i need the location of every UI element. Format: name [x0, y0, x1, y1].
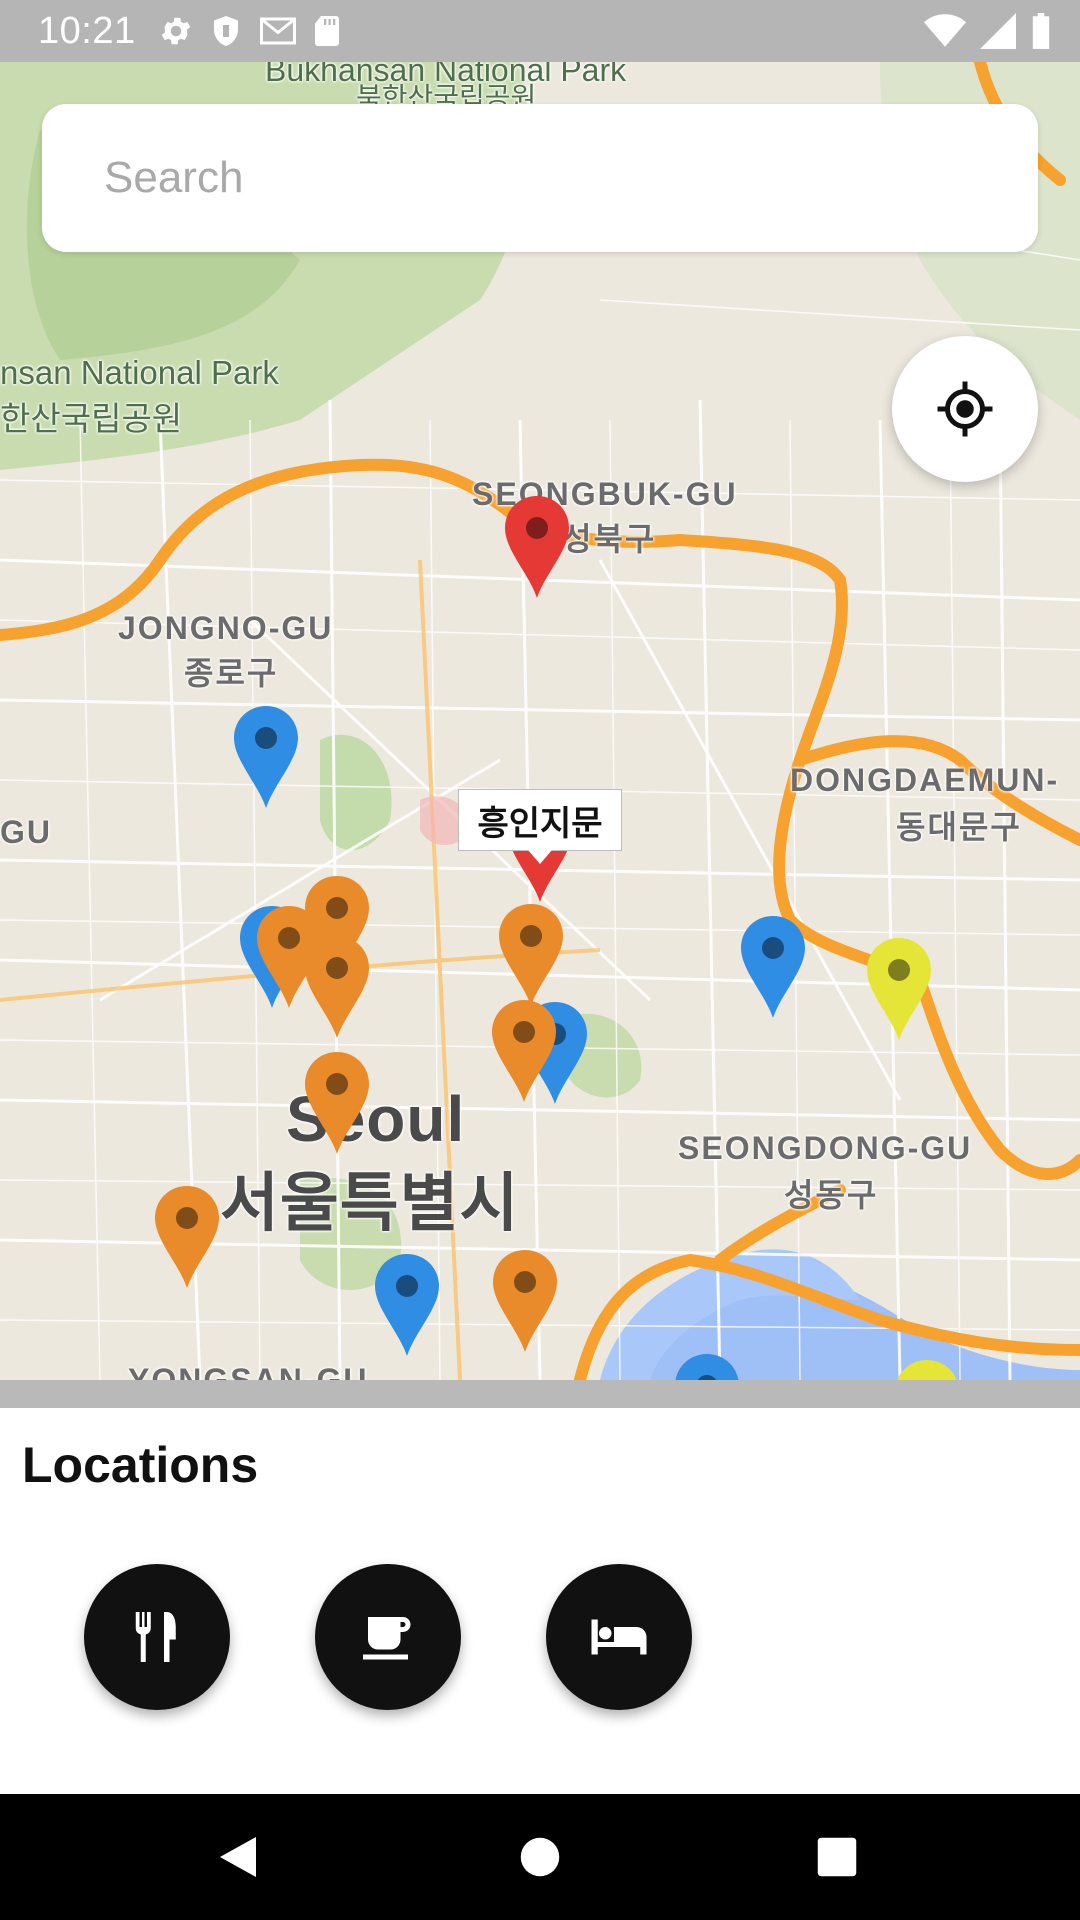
marker-orange[interactable]	[152, 1184, 222, 1290]
my-location-icon	[937, 381, 993, 437]
map-pin-icon	[741, 916, 805, 1018]
recents-button[interactable]	[804, 1824, 870, 1890]
map-label-seoul-ko: 서울특별시	[220, 1167, 520, 1239]
map-label-dongdaemun-en: DONGDAEMUN-	[790, 762, 1060, 798]
status-bar: 10:21	[0, 0, 1080, 62]
marker-blue[interactable]	[231, 704, 301, 810]
map-pin-icon	[234, 706, 298, 808]
map-label-seongdong-ko: 성동구	[784, 1177, 879, 1213]
status-time: 10:21	[38, 10, 136, 52]
map-pin-icon	[375, 1254, 439, 1356]
gmail-icon	[260, 17, 296, 45]
map-pin-icon	[492, 1000, 556, 1102]
status-left-icons	[158, 13, 342, 49]
map-pin-icon	[897, 1360, 957, 1380]
map-pin-icon	[155, 1186, 219, 1288]
battery-icon	[1032, 13, 1050, 49]
status-right-icons	[924, 13, 1052, 49]
recents-icon	[817, 1837, 857, 1877]
search-bar[interactable]	[42, 104, 1038, 252]
map-pin-icon	[305, 936, 369, 1038]
panel-title: Locations	[22, 1437, 259, 1493]
map-pin-icon	[867, 938, 931, 1040]
back-button[interactable]	[205, 1824, 271, 1890]
map-pin-icon	[493, 1250, 557, 1352]
map-tiles	[0, 62, 1080, 1380]
map-label-gu-left: GU	[0, 814, 52, 850]
map-label-jongno-en: JONGNO-GU	[118, 610, 334, 646]
marker-blue[interactable]	[672, 1352, 742, 1380]
map-label-seongdong-en: SEONGDONG-GU	[678, 1130, 973, 1166]
cafe-icon	[363, 1617, 411, 1660]
wifi-icon	[924, 14, 966, 47]
marker-red[interactable]	[502, 494, 572, 600]
map-label-dongdaemun-ko: 동대문구	[896, 809, 1022, 845]
marker-orange[interactable]	[489, 998, 559, 1104]
marker-yellow[interactable]	[892, 1358, 962, 1380]
signal-icon	[980, 13, 1016, 49]
map-label-yongsan-en: YONGSAN-GU	[128, 1362, 369, 1380]
map-pin-icon	[505, 496, 569, 598]
map-label-bukhansan-ko: 한산국립공원	[0, 400, 183, 437]
map[interactable]: Bukhansan National Park 북한산국립공원 nsan Nat…	[0, 62, 1080, 1380]
search-input[interactable]	[104, 104, 984, 252]
marker-yellow[interactable]	[864, 936, 934, 1042]
home-icon	[520, 1837, 560, 1877]
marker-orange[interactable]	[302, 934, 372, 1040]
shield-icon	[214, 16, 238, 46]
restaurant-icon	[135, 1612, 176, 1662]
info-window-tail	[528, 850, 552, 864]
marker-blue[interactable]	[372, 1252, 442, 1358]
settings-icon	[161, 17, 191, 45]
map-label-jongno-ko: 종로구	[184, 655, 279, 691]
cafe-category-button[interactable]	[315, 1564, 461, 1710]
map-pin-icon	[675, 1354, 739, 1380]
hotel-category-button[interactable]	[546, 1564, 692, 1710]
map-label-bukhansan-en: nsan National Park	[0, 354, 279, 391]
locations-panel: Locations	[0, 1408, 1080, 1794]
marker-orange[interactable]	[496, 902, 566, 1008]
marker-orange[interactable]	[490, 1248, 560, 1354]
marker-info-window[interactable]: 흥인지문	[458, 789, 622, 851]
restaurant-category-button[interactable]	[84, 1564, 230, 1710]
map-pin-icon	[499, 904, 563, 1006]
hotel-icon	[591, 1619, 647, 1655]
navigation-bar	[0, 1794, 1080, 1920]
map-label-seongbuk-ko: 성북구	[562, 521, 657, 557]
my-location-button[interactable]	[892, 336, 1038, 482]
home-button[interactable]	[507, 1824, 573, 1890]
sd-card-icon	[315, 16, 339, 46]
marker-blue[interactable]	[738, 914, 808, 1020]
marker-orange[interactable]	[302, 1050, 372, 1156]
back-icon	[220, 1837, 256, 1877]
map-pin-icon	[305, 1052, 369, 1154]
map-bottom-strip	[0, 1380, 1080, 1408]
